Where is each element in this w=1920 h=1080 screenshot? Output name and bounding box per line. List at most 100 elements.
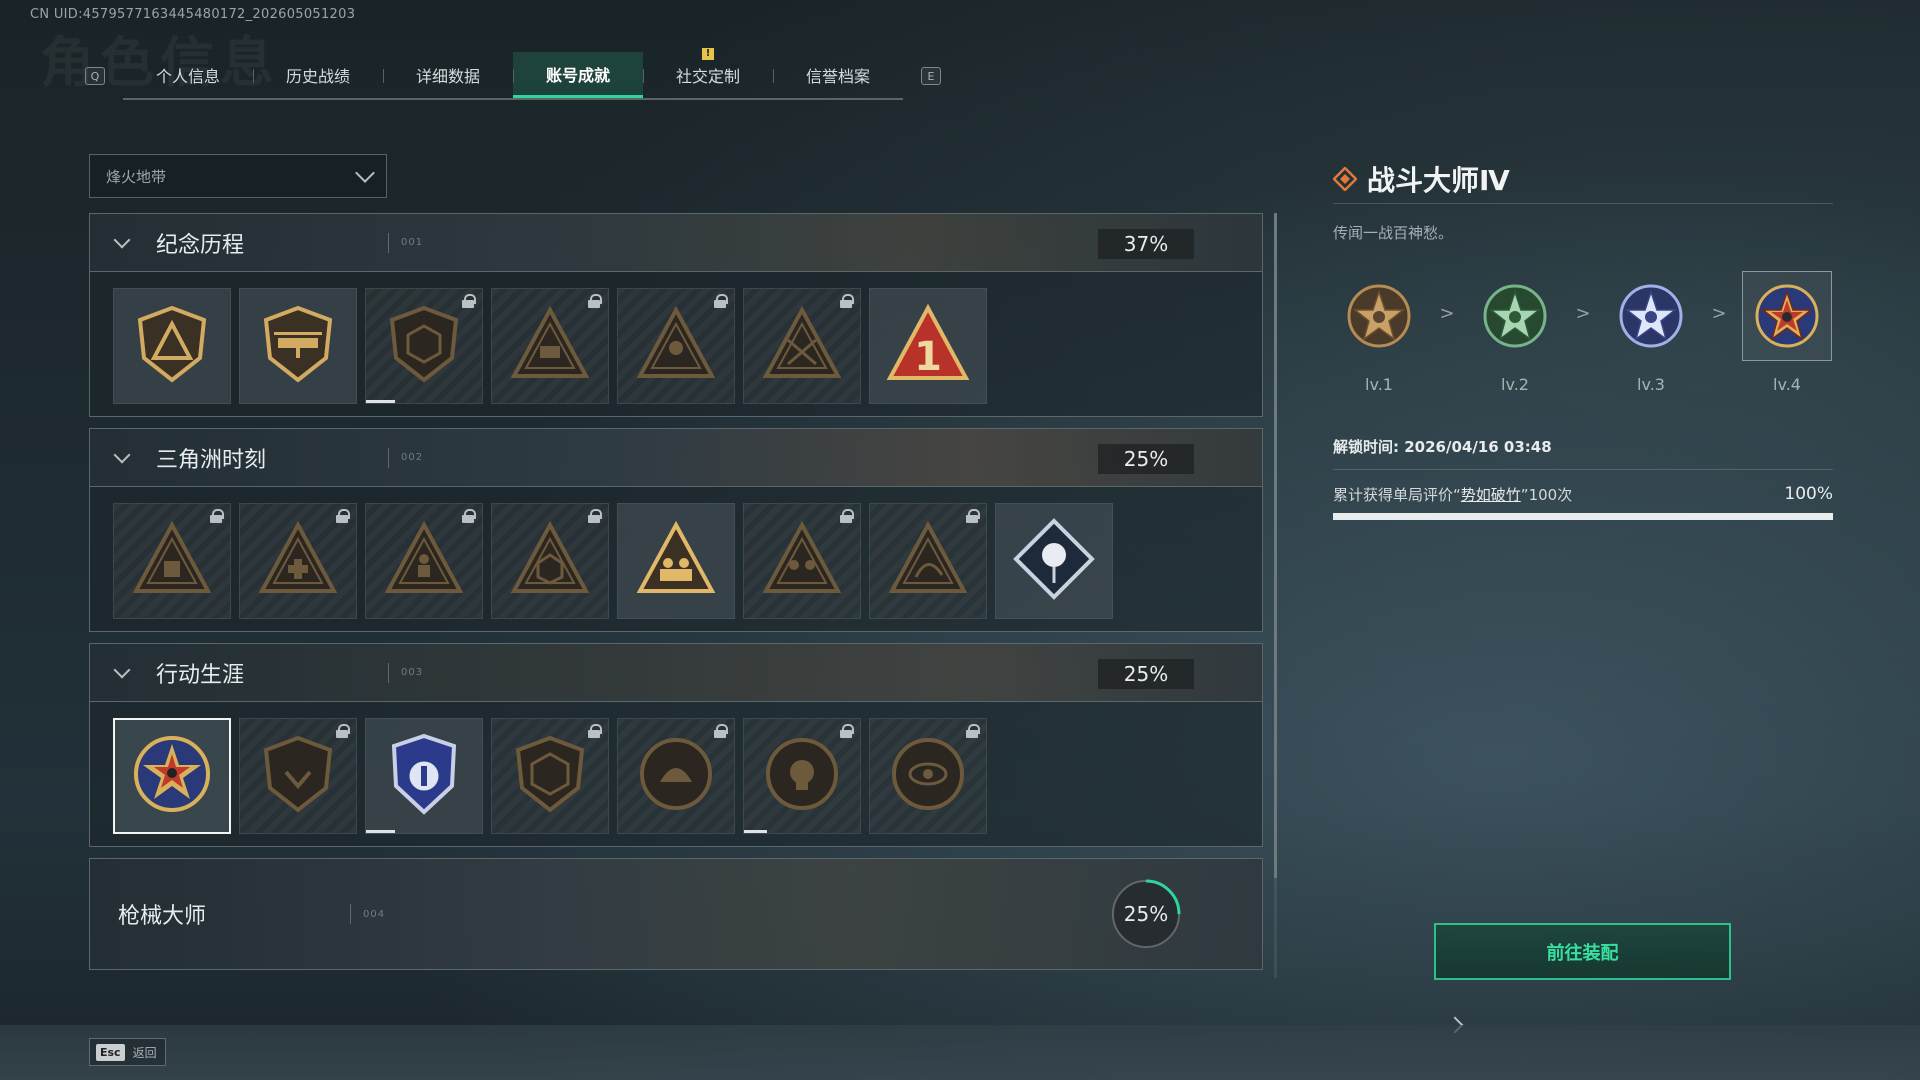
achievement-badge[interactable]	[113, 288, 231, 404]
level-item[interactable]: lv.2	[1469, 271, 1561, 394]
detail-header: 战斗大师Ⅳ	[1333, 160, 1833, 204]
lock-icon	[462, 509, 476, 523]
scrollbar-thumb[interactable]	[1274, 213, 1277, 878]
section-progress: 37%	[1098, 229, 1194, 259]
red-gold-star-medal-icon	[1755, 284, 1819, 348]
tab-history[interactable]: 历史战绩	[253, 52, 383, 98]
triangle-emblem-icon	[130, 302, 214, 390]
section-header[interactable]: 行动生涯 003 25%	[90, 644, 1262, 702]
badge-progress-bar	[366, 400, 395, 403]
achievement-badge[interactable]	[491, 503, 609, 619]
arrow-separator: >	[1439, 303, 1455, 324]
lock-icon	[588, 294, 602, 308]
police-badge-icon	[382, 732, 466, 820]
requirement-keyword: 势如破竹	[1460, 486, 1521, 504]
achievement-badge[interactable]	[239, 288, 357, 404]
section-code: 002	[401, 452, 424, 463]
detail-title: 战斗大师Ⅳ	[1367, 163, 1510, 197]
lock-icon	[336, 509, 350, 523]
section-header[interactable]: 枪械大师 004 25%	[90, 859, 1464, 1034]
skull-medal-icon	[760, 732, 844, 820]
section-code: 001	[401, 237, 424, 248]
lock-icon	[210, 509, 224, 523]
arrow-separator: >	[1575, 303, 1591, 324]
section-progress: 25%	[1098, 659, 1194, 689]
diamond-icon	[1333, 166, 1357, 191]
lock-icon	[966, 509, 980, 523]
achievement-badge[interactable]	[365, 718, 483, 834]
lock-icon	[714, 724, 728, 738]
go-equip-button[interactable]: 前往装配	[1434, 923, 1731, 980]
achievement-badge[interactable]	[743, 503, 861, 619]
shield-medal-icon	[256, 732, 340, 820]
bronze-star-medal-icon	[1347, 284, 1411, 348]
level-label: lv.1	[1365, 375, 1393, 394]
unlock-time: 解锁时间: 2026/04/16 03:48	[1333, 436, 1833, 470]
kneeling-triangle-icon	[382, 517, 466, 605]
tab-detailed-data[interactable]: 详细数据	[383, 52, 513, 98]
achievement-section-collapsed: 枪械大师 004 25%	[89, 858, 1464, 1034]
achievement-badge[interactable]	[113, 718, 231, 834]
achievement-badge[interactable]	[743, 288, 861, 404]
lock-icon	[966, 724, 980, 738]
tab-achievements[interactable]: 账号成就	[513, 52, 643, 98]
lock-icon	[588, 509, 602, 523]
section-title: 三角洲时刻	[156, 447, 267, 473]
blue-star-medal-icon	[1619, 284, 1683, 348]
achievement-badge[interactable]	[869, 503, 987, 619]
requirement-percent: 100%	[1784, 484, 1833, 504]
requirement-text: 累计获得单局评价“势如破竹”100次	[1333, 486, 1573, 504]
tab-personal-info[interactable]: 个人信息	[123, 52, 253, 98]
achievement-badge[interactable]	[617, 503, 735, 619]
divider	[388, 447, 389, 468]
achievement-badge[interactable]: 1	[869, 288, 987, 404]
achievement-section: 纪念历程 001 37% 1	[89, 213, 1263, 417]
medkit-triangle-icon	[256, 517, 340, 605]
level-item[interactable]: lv.3	[1605, 271, 1697, 394]
achievement-badge[interactable]	[617, 288, 735, 404]
next-tab-key[interactable]: E	[921, 67, 941, 85]
achievement-detail: 战斗大师Ⅳ 传闻一战百神愁。 lv.1 > lv.2 > lv.3 > lv.4…	[1333, 160, 1833, 520]
mode-select[interactable]: 烽火地带	[89, 154, 387, 198]
achievement-badge[interactable]	[365, 503, 483, 619]
lock-icon	[588, 724, 602, 738]
achievement-badge[interactable]	[491, 288, 609, 404]
tab-bar: Q 个人信息 历史战绩 详细数据 账号成就 ! 社交定制 信誉档案 E	[85, 48, 955, 100]
badge-row: 1	[90, 272, 1262, 416]
back-button[interactable]: Esc 返回	[89, 1038, 166, 1066]
section-header[interactable]: 三角洲时刻 002 25%	[90, 429, 1262, 487]
lock-icon	[462, 294, 476, 308]
level-item[interactable]: lv.1	[1333, 271, 1425, 394]
achievement-badge[interactable]	[239, 718, 357, 834]
badge-row	[90, 487, 1262, 631]
achievement-badge[interactable]	[743, 718, 861, 834]
lock-icon	[336, 724, 350, 738]
achievement-badge[interactable]	[113, 503, 231, 619]
soldier-triangle-emblem-icon	[634, 302, 718, 390]
team-triangle-icon	[760, 517, 844, 605]
tab-credit[interactable]: 信誉档案	[773, 52, 903, 98]
progress-fill	[1333, 513, 1833, 520]
lock-icon	[840, 294, 854, 308]
level-medal	[1606, 271, 1696, 361]
number-one-triangle-icon: 1	[886, 302, 970, 390]
achievement-badge[interactable]	[365, 288, 483, 404]
prev-tab-key[interactable]: Q	[85, 67, 105, 85]
achievement-badge[interactable]	[491, 718, 609, 834]
level-item[interactable]: lv.4	[1741, 271, 1833, 394]
level-medal	[1334, 271, 1424, 361]
level-label: lv.3	[1637, 375, 1665, 394]
star-medal-icon	[130, 732, 214, 820]
tab-social[interactable]: ! 社交定制	[643, 48, 773, 98]
achievement-badge[interactable]	[239, 503, 357, 619]
section-header[interactable]: 纪念历程 001 37%	[90, 214, 1262, 272]
back-label: 返回	[132, 1045, 157, 1060]
section-progress: 25%	[1123, 902, 1169, 926]
achievement-badge[interactable]	[869, 718, 987, 834]
green-star-medal-icon	[1483, 284, 1547, 348]
requirement-progress-bar	[1333, 513, 1833, 520]
divider	[350, 904, 351, 924]
achievement-badge[interactable]	[995, 503, 1113, 619]
achievement-badge[interactable]	[617, 718, 735, 834]
chevron-down-icon	[355, 163, 375, 183]
